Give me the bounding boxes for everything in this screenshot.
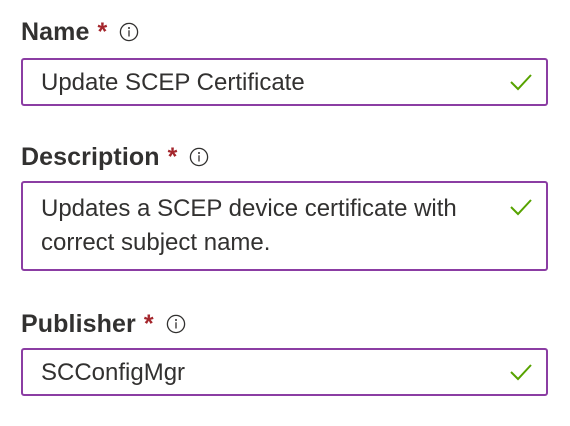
- name-label-row: Name *: [21, 15, 548, 49]
- publisher-input-value: SCConfigMgr: [41, 359, 186, 386]
- publisher-field-group: Publisher * SCConfigMgr: [21, 307, 548, 396]
- publisher-label-row: Publisher *: [21, 307, 548, 341]
- description-textarea[interactable]: Updates a SCEP device certificate with c…: [21, 181, 548, 271]
- publisher-label: Publisher: [21, 309, 136, 338]
- description-label: Description: [21, 142, 160, 171]
- script-details-form: Name * Update SCEP Certificate Descripti…: [0, 0, 570, 426]
- checkmark-icon: [509, 72, 533, 92]
- description-field-group: Description * Updates a SCEP device cert…: [21, 140, 548, 271]
- info-icon[interactable]: [119, 22, 139, 42]
- description-label-row: Description *: [21, 140, 548, 174]
- name-input-value: Update SCEP Certificate: [41, 69, 305, 96]
- required-asterisk: *: [143, 309, 154, 338]
- checkmark-icon: [509, 197, 533, 217]
- info-icon[interactable]: [166, 314, 186, 334]
- name-input[interactable]: Update SCEP Certificate: [21, 58, 548, 106]
- name-label: Name: [21, 17, 90, 46]
- description-textarea-value: Updates a SCEP device certificate with c…: [41, 195, 457, 256]
- checkmark-icon: [509, 362, 533, 382]
- required-asterisk: *: [97, 17, 108, 46]
- name-field-group: Name * Update SCEP Certificate: [21, 15, 548, 106]
- publisher-input[interactable]: SCConfigMgr: [21, 348, 548, 396]
- required-asterisk: *: [167, 142, 178, 171]
- info-icon[interactable]: [189, 147, 209, 167]
